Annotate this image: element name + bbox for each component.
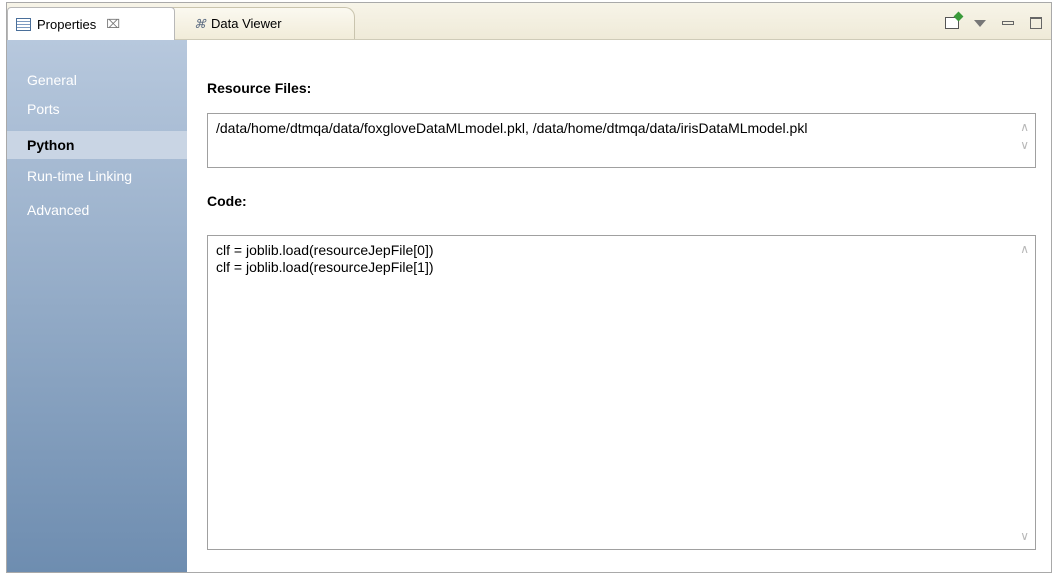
minimize-button[interactable] (999, 16, 1017, 30)
scroll-up-icon[interactable]: ∧ (1020, 120, 1029, 134)
resource-files-field[interactable]: /data/home/dtmqa/data/foxgloveDataMLmode… (207, 113, 1036, 168)
sidebar-item-general[interactable]: General (17, 69, 177, 91)
python-properties-panel: Resource Files: /data/home/dtmqa/data/fo… (187, 40, 1051, 572)
open-window-icon (945, 17, 959, 29)
open-window-button[interactable] (943, 16, 961, 30)
minimize-icon (1002, 21, 1014, 25)
sidebar-item-run-time-linking[interactable]: Run-time Linking (17, 165, 177, 187)
view-menu-button[interactable] (971, 16, 989, 30)
properties-icon (16, 17, 31, 31)
properties-sidebar: General Ports Python Run-time Linking Ad… (7, 40, 187, 572)
maximize-icon (1030, 17, 1042, 29)
code-scroll-down-icon[interactable]: ∨ (1020, 529, 1029, 543)
view-toolbar (943, 16, 1045, 30)
tab-data-viewer[interactable]: ⌘ Data Viewer (167, 7, 355, 39)
sidebar-item-python[interactable]: Python (7, 131, 187, 159)
resource-files-value: /data/home/dtmqa/data/foxgloveDataMLmode… (216, 120, 808, 136)
code-scroll-up-icon[interactable]: ∧ (1020, 242, 1029, 256)
sidebar-item-advanced[interactable]: Advanced (17, 199, 177, 221)
tab-data-viewer-label: Data Viewer (211, 16, 282, 31)
code-editor[interactable]: clf = joblib.load(resourceJepFile[0]) cl… (207, 235, 1036, 550)
tab-properties-label: Properties (37, 16, 97, 32)
sidebar-item-ports[interactable]: Ports (17, 99, 177, 119)
maximize-button[interactable] (1027, 16, 1045, 30)
code-label: Code: (207, 193, 247, 209)
scroll-down-icon[interactable]: ∨ (1020, 138, 1029, 152)
code-line-1: clf = joblib.load(resourceJepFile[0]) (216, 242, 434, 258)
resource-files-label: Resource Files: (207, 80, 312, 96)
view-menu-icon (974, 19, 986, 27)
properties-view: Properties ⌧ ⌘ Data Viewer General Ports… (6, 2, 1052, 573)
tab-properties[interactable]: Properties ⌧ (7, 7, 175, 40)
code-line-2: clf = joblib.load(resourceJepFile[1]) (216, 259, 434, 275)
tab-bar: Properties ⌧ ⌘ Data Viewer (7, 3, 1051, 40)
data-viewer-icon: ⌘ (194, 16, 206, 31)
close-tab-icon[interactable]: ⌧ (106, 17, 120, 31)
